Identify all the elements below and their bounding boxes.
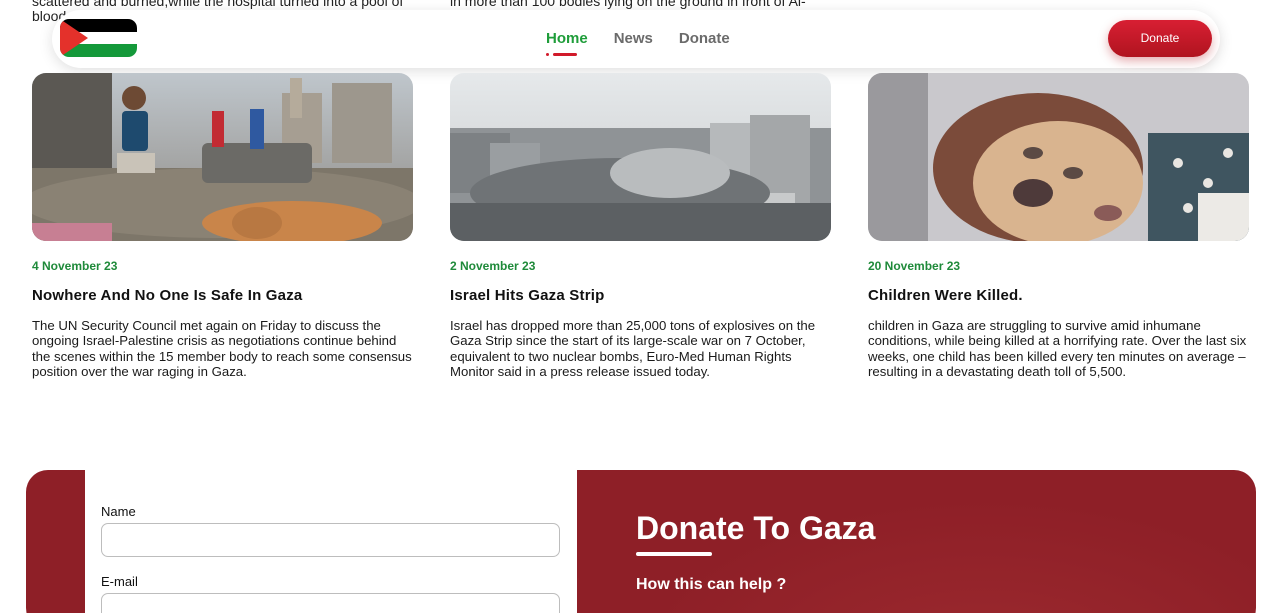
- nav-home-link[interactable]: Home: [546, 30, 588, 56]
- nav-donate-label: Donate: [678, 30, 730, 47]
- nav-home-label: Home: [546, 30, 588, 47]
- donate-button[interactable]: Donate: [1108, 20, 1212, 57]
- nav-news-link[interactable]: News: [614, 30, 653, 47]
- palestine-flag-icon[interactable]: [60, 19, 137, 57]
- news-card-body: Israel has dropped more than 25,000 tons…: [450, 318, 816, 380]
- nav-active-underline: [553, 53, 577, 56]
- news-card-image[interactable]: [450, 73, 831, 241]
- navbar: Home News Donate Donate: [52, 10, 1220, 68]
- nav-donate-link[interactable]: Donate: [679, 30, 730, 47]
- heading-underline: [636, 552, 712, 556]
- news-card-date: 20 November 23: [868, 259, 961, 273]
- news-card: 4 November 23 Nowhere And No One Is Safe…: [32, 73, 413, 380]
- news-card-image[interactable]: [32, 73, 413, 241]
- email-label: E-mail: [101, 574, 138, 589]
- news-card: 2 November 23 Israel Hits Gaza Strip Isr…: [450, 73, 831, 380]
- nav-news-label: News: [613, 30, 653, 47]
- nav-links: Home News Donate: [546, 30, 730, 56]
- news-card-date: 4 November 23: [32, 259, 118, 273]
- donate-section: Name E-mail Donate To Gaza How this can …: [26, 470, 1256, 613]
- name-field[interactable]: [101, 523, 560, 557]
- donate-heading: Donate To Gaza: [636, 510, 876, 546]
- donate-form: Name E-mail: [85, 470, 577, 613]
- help-subheading: How this can help ?: [636, 576, 787, 593]
- email-field[interactable]: [101, 593, 560, 613]
- news-card-title[interactable]: Children Were Killed.: [868, 287, 1249, 304]
- news-card: 20 November 23 Children Were Killed. chi…: [868, 73, 1249, 380]
- nav-active-dot: [546, 53, 549, 56]
- news-card-body: children in Gaza are struggling to survi…: [868, 318, 1247, 380]
- name-label: Name: [101, 504, 136, 519]
- news-card-image[interactable]: [868, 73, 1249, 241]
- news-card-title[interactable]: Israel Hits Gaza Strip: [450, 287, 831, 304]
- news-card-date: 2 November 23: [450, 259, 536, 273]
- news-card-body: The UN Security Council met again on Fri…: [32, 318, 412, 380]
- news-card-title[interactable]: Nowhere And No One Is Safe In Gaza: [32, 287, 413, 304]
